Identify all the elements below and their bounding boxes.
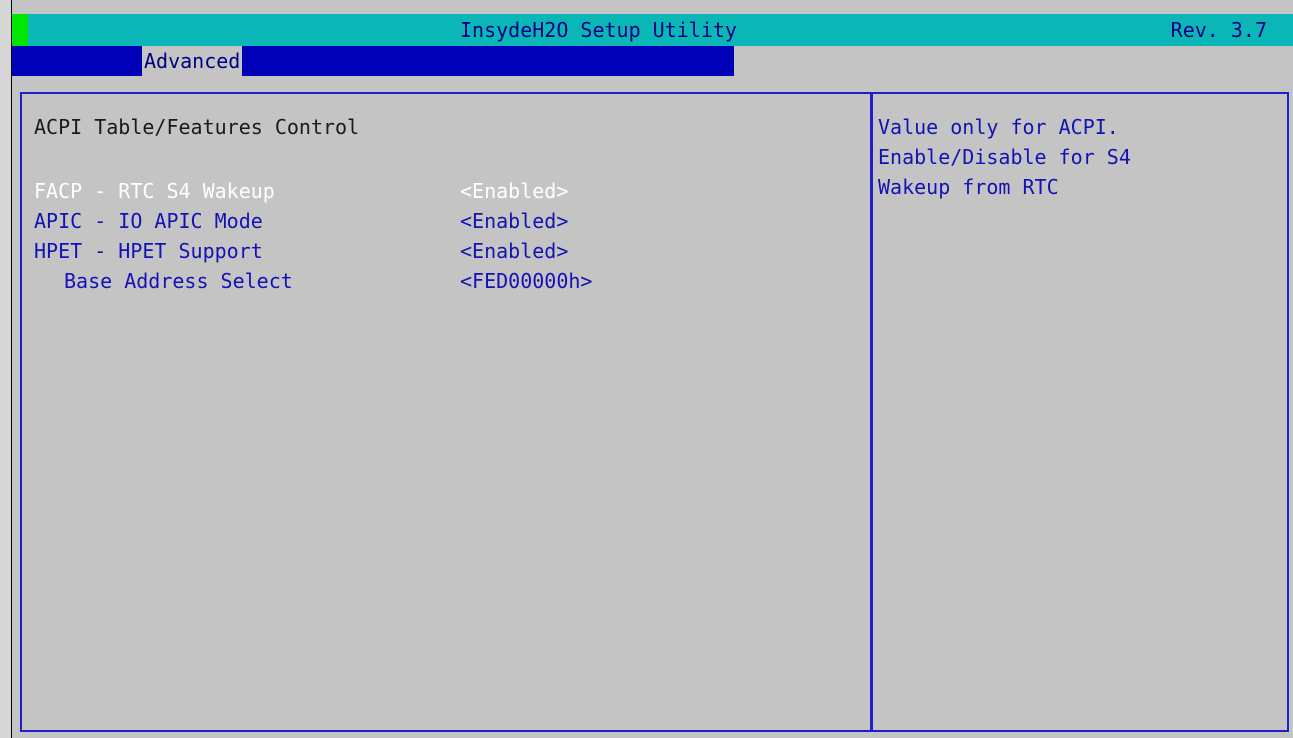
help-text-line: Enable/Disable for S4 xyxy=(878,145,1131,169)
tab-advanced[interactable]: Advanced xyxy=(142,46,243,76)
setting-hpet-support[interactable]: HPET - HPET Support <Enabled> xyxy=(34,236,834,266)
section-title: ACPI Table/Features Control xyxy=(34,115,360,139)
setting-value[interactable]: <Enabled> xyxy=(460,236,568,266)
utility-title: InsydeH2O Setup Utility xyxy=(460,18,737,42)
setting-value[interactable]: <Enabled> xyxy=(460,206,568,236)
setting-label: Base Address Select xyxy=(64,269,293,293)
help-panel: Value only for ACPI. Enable/Disable for … xyxy=(870,92,1289,732)
help-text-line: Wakeup from RTC xyxy=(878,175,1059,199)
settings-panel: ACPI Table/Features Control FACP - RTC S… xyxy=(20,92,873,732)
revision-label: Rev. 3.7 xyxy=(1170,18,1267,42)
setting-value[interactable]: <FED00000h> xyxy=(460,266,592,296)
setting-label: HPET - HPET Support xyxy=(34,239,263,263)
menu-bar: Advanced xyxy=(12,46,734,76)
setting-label: FACP - RTC S4 Wakeup xyxy=(34,179,275,203)
status-marker xyxy=(12,14,28,46)
setting-base-address-select[interactable]: Base Address Select <FED00000h> xyxy=(34,266,834,296)
setting-label: APIC - IO APIC Mode xyxy=(34,209,263,233)
title-bar: InsydeH2O Setup Utility Rev. 3.7 xyxy=(12,14,1293,46)
setting-value[interactable]: <Enabled> xyxy=(460,176,568,206)
help-text-line: Value only for ACPI. xyxy=(878,115,1119,139)
window-left-edge xyxy=(0,0,12,738)
bios-setup-screen: InsydeH2O Setup Utility Rev. 3.7 Advance… xyxy=(0,0,1293,738)
setting-facp-rtc-s4-wakeup[interactable]: FACP - RTC S4 Wakeup <Enabled> xyxy=(34,176,834,206)
setting-apic-io-apic-mode[interactable]: APIC - IO APIC Mode <Enabled> xyxy=(34,206,834,236)
